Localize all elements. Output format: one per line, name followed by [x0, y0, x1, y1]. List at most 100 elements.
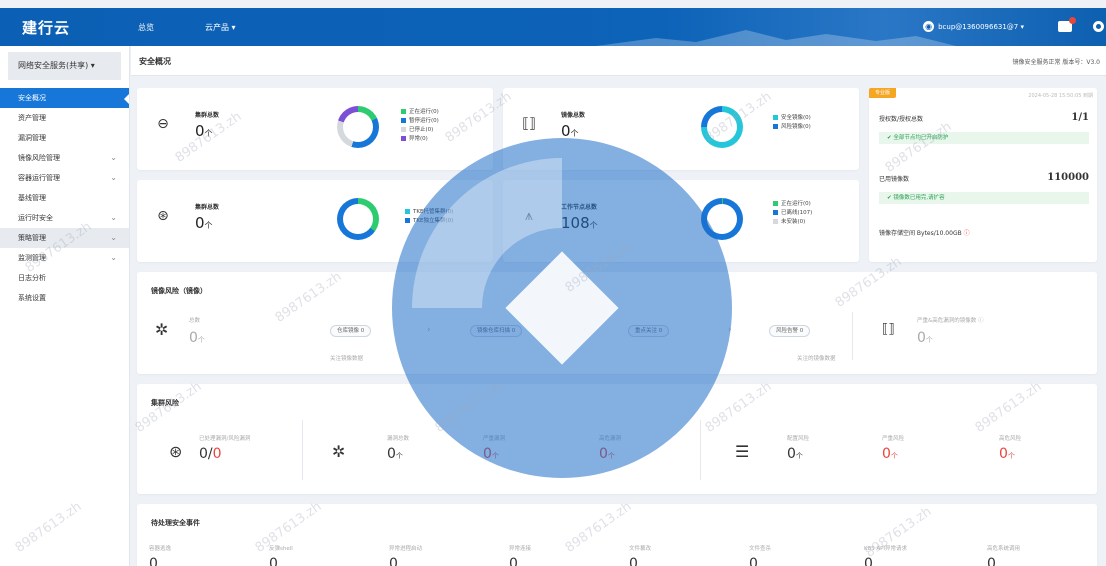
- sidebar-item-monitoring[interactable]: 监测管理 ⌄: [0, 248, 129, 268]
- sidebar-item-overview[interactable]: 安全概况: [0, 88, 129, 108]
- card-label: 镜像总数: [561, 112, 586, 119]
- sidebar-item-container-runtime[interactable]: 容器运行管理 ⌄: [0, 168, 129, 188]
- service-selector[interactable]: 网络安全服务(共享) ▾: [8, 52, 121, 80]
- nav-overview[interactable]: 总览: [138, 22, 154, 33]
- vuln-total-value: 0个: [387, 446, 403, 462]
- critical-vuln-label: 严重漏洞: [483, 436, 506, 442]
- bug-icon: ✲: [332, 442, 346, 461]
- chevron-down-icon: ⌄: [110, 173, 117, 182]
- high-vuln-label: 高危漏洞: [599, 436, 622, 442]
- status-donut-chart: [701, 198, 743, 240]
- status-ok-banner: ✔ 镜像数已用完,请扩容: [879, 192, 1089, 204]
- note-right: 关注的镜像数据: [797, 356, 836, 362]
- card-label: 集群总数: [195, 112, 220, 119]
- event-value[interactable]: 0: [149, 556, 158, 566]
- chart-legend: 安全镜像(0) 风险镜像(0): [773, 114, 811, 132]
- info-icon[interactable]: ⓘ: [964, 230, 970, 237]
- section-title: 集群风险: [151, 399, 179, 407]
- divider: [302, 420, 303, 480]
- sidebar-item-runtime-security[interactable]: 运行时安全 ⌄: [0, 208, 129, 228]
- critical-risk-value: 0个: [882, 446, 898, 462]
- vuln-total-label: 漏洞总数: [387, 436, 410, 442]
- card-value: 0个: [195, 122, 213, 140]
- chart-legend: 正在运行(0) 已离线(107) 未安装(0): [773, 200, 812, 227]
- event-value[interactable]: 0: [749, 556, 758, 566]
- status-donut-chart: [701, 106, 743, 148]
- license-row: 已用镜像数: [879, 176, 910, 183]
- handled-vuln-label: 已处理漏洞/风险漏洞: [199, 436, 251, 442]
- critical-vuln-value: 0个: [483, 446, 499, 462]
- settings-gear-icon[interactable]: [1093, 21, 1104, 32]
- event-value[interactable]: 0: [629, 556, 638, 566]
- network-icon: ⩚: [525, 208, 533, 224]
- event-value[interactable]: 0: [987, 556, 996, 566]
- license-value: 1/1: [1071, 112, 1089, 123]
- flow-step-focus[interactable]: 重点关注 0: [628, 325, 670, 337]
- card-label: 集群总数: [195, 204, 220, 211]
- user-name[interactable]: bcup@1360096631@7 ▾: [938, 23, 1024, 31]
- event-label: 反弹shell: [269, 546, 293, 552]
- sidebar-item-image-risk[interactable]: 镜像风险管理 ⌄: [0, 148, 129, 168]
- sidebar-item-policy[interactable]: 策略管理 ⌄: [0, 228, 129, 248]
- card-value: 0个: [561, 122, 579, 140]
- message-icon[interactable]: [1058, 17, 1076, 32]
- sidebar-menu: 安全概况 资产管理 漏洞管理 镜像风险管理 ⌄ 容器运行管理 ⌄ 基线管理 运行时安…: [0, 88, 129, 308]
- sidebar-item-logs[interactable]: 日志分析: [0, 268, 129, 288]
- worker-node-card: ⩚ 工作节点总数 108个 正在运行(0) 已离线(107) 未安装(0): [503, 180, 859, 262]
- breadcrumb: 安全概况 镜像安全服务正常 版本号：V3.0: [131, 46, 1106, 76]
- event-value[interactable]: 0: [509, 556, 518, 566]
- flow-step-alert[interactable]: 风险告警 0: [769, 325, 811, 337]
- nav-products-menu[interactable]: 云产品 ▾: [205, 22, 236, 33]
- config-risk-value: 0个: [787, 446, 803, 462]
- sidebar-item-vulns[interactable]: 漏洞管理: [0, 128, 129, 148]
- user-avatar-icon: ◉: [923, 21, 935, 32]
- event-value[interactable]: 0: [389, 556, 398, 566]
- card-label: 工作节点总数: [561, 204, 598, 211]
- sliders-icon: ☰: [735, 442, 750, 461]
- total-label: 总数: [189, 318, 201, 324]
- bracket-icon: ⟦⟧: [522, 116, 536, 132]
- event-label: K8S API异常请求: [864, 546, 908, 552]
- arrow-right-icon: ›: [583, 325, 587, 335]
- user-menu[interactable]: ◉ bcup@1360096631@7 ▾: [923, 21, 1024, 32]
- version-info: 镜像安全服务正常 版本号：V3.0: [1012, 59, 1100, 66]
- high-vuln-value: 0个: [599, 446, 615, 462]
- bug-icon: ✲: [155, 320, 169, 339]
- event-value[interactable]: 0: [864, 556, 873, 566]
- event-label: 异常连接: [509, 546, 532, 552]
- sidebar-item-baseline[interactable]: 基线管理: [0, 188, 129, 208]
- severe-vuln-value: 0个: [917, 330, 933, 346]
- shield-icon: ⊖: [157, 116, 169, 132]
- note-left: 关注镜像数据: [330, 356, 364, 362]
- flow-step-repo[interactable]: 仓库镜像 0: [330, 325, 372, 337]
- app-logo[interactable]: 建行云: [22, 17, 70, 38]
- sidebar-item-settings[interactable]: 系统设置: [0, 288, 129, 308]
- high-risk-label: 高危风险: [999, 436, 1022, 442]
- arrow-right-icon: ›: [427, 325, 431, 335]
- sidebar-item-assets[interactable]: 资产管理: [0, 108, 129, 128]
- cluster-icon: ⊛: [169, 442, 183, 461]
- license-card: 专业版 2024-05-28 15:50:05 到期 授权数/授权总数 1/1 …: [869, 88, 1097, 262]
- severe-vuln-label: 严重&高危漏洞的镜像数 ⓘ: [917, 318, 984, 324]
- license-row: 授权数/授权总数: [879, 116, 924, 123]
- flow-step-scan[interactable]: 镜像仓库扫描 0: [470, 325, 523, 337]
- event-label: 文件查杀: [749, 546, 772, 552]
- status-donut-chart: [337, 106, 379, 148]
- divider: [852, 312, 853, 360]
- card-value: 0个: [195, 214, 213, 232]
- event-value[interactable]: 0: [269, 556, 278, 566]
- chart-legend: TKE托管集群(0) TKE独立集群(0): [405, 208, 453, 226]
- handled-vuln-value: 0/0: [199, 446, 222, 462]
- sidebar: 网络安全服务(共享) ▾ 安全概况 资产管理 漏洞管理 镜像风险管理 ⌄ 容器运行…: [0, 46, 130, 566]
- bracket-icon: ⟦⟧: [882, 322, 895, 337]
- cluster-icon: ⊛: [157, 208, 169, 224]
- high-risk-value: 0个: [999, 446, 1015, 462]
- license-value: 110000: [1047, 172, 1089, 183]
- arrow-right-icon: ›: [728, 325, 732, 335]
- image-risk-panel: 镜像风险（镜像） ✲ 总数 0个 仓库镜像 0 › 镜像仓库扫描 0 › 重点关…: [137, 272, 1097, 374]
- divider: [700, 420, 701, 480]
- edition-badge: 专业版: [869, 88, 897, 98]
- chevron-down-icon: ⌄: [110, 233, 117, 242]
- event-label: 文件篡改: [629, 546, 652, 552]
- event-label: 容器逃逸: [149, 546, 172, 552]
